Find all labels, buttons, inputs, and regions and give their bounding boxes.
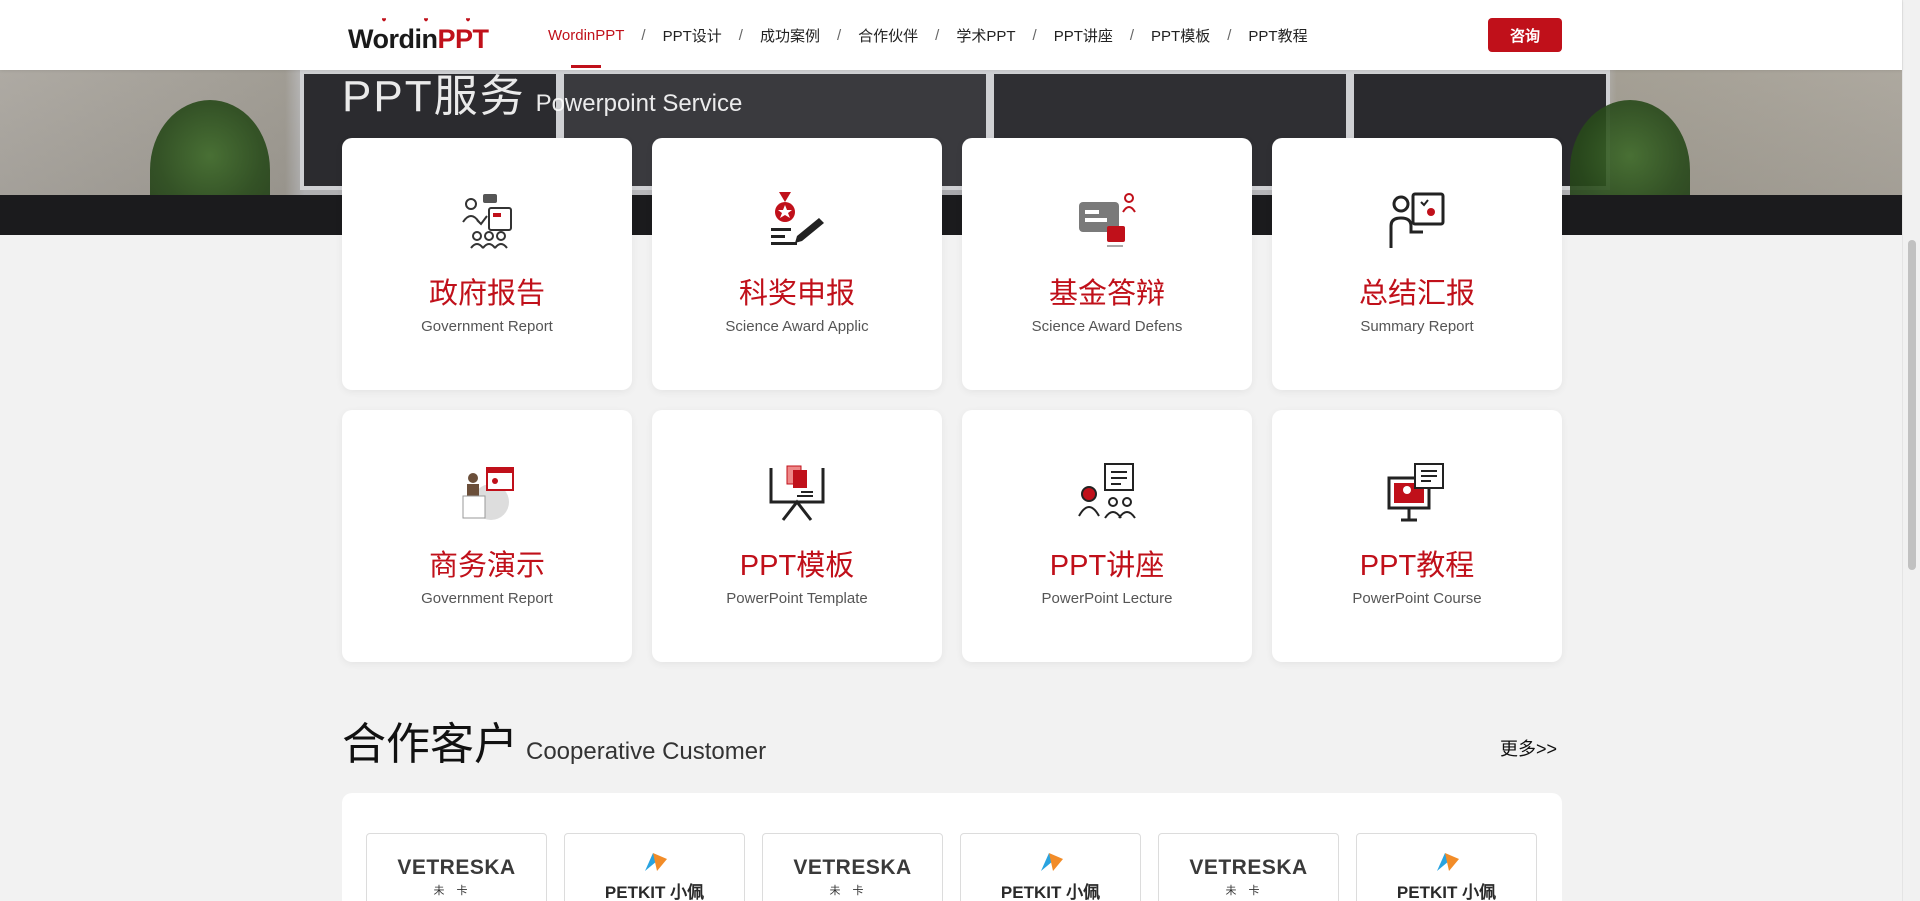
customer-logo-list: VETRESKA 未卡 PETKIT 小佩 VETRESKA 未卡 PETKIT… [366,833,1537,901]
service-card-business-presentation[interactable]: 商务演示 Government Report [342,410,632,662]
presenter-board-icon [1389,192,1445,248]
site-logo[interactable]: WordinPPT [348,16,489,56]
nav-item-ppt-lecture[interactable]: PPT讲座 [1054,0,1113,70]
service-card-summary-report[interactable]: 总结汇报 Summary Report [1272,138,1562,390]
site-header: WordinPPT WordinPPT / PPT设计 / 成功案例 / 合作伙… [0,0,1902,70]
nav-separator: / [1129,26,1135,44]
nav-separator: / [738,26,743,44]
service-card-government-report[interactable]: 政府报告 Government Report [342,138,632,390]
lecture-audience-icon [1078,463,1136,519]
customer-brand: VETRESKA [397,856,516,879]
government-report-icon [462,194,512,249]
customer-brand: VETRESKA [793,856,912,879]
service-card-fund-defense[interactable]: 基金答辩 Science Award Defens [962,138,1252,390]
award-medal-icon [771,192,824,245]
nav-item-ppt-template[interactable]: PPT模板 [1151,0,1210,70]
service-title: 基金答辩 [1048,278,1165,310]
customer-logo-petkit[interactable]: PETKIT 小佩 [564,833,745,901]
customer-brand: VETRESKA [1189,856,1308,879]
service-subtitle: Government Report [421,318,553,335]
customers-section-subtitle: Cooperative Customer [526,738,767,765]
customers-section-title: 合作客户 Cooperative Customer [342,720,767,769]
service-subtitle: Summary Report [1360,318,1474,335]
nav-item-partners[interactable]: 合作伙伴 [858,0,918,70]
logo-wordmark: WordinPPT [348,24,489,54]
service-title: 总结汇报 [1358,278,1475,310]
chat-defense-icon [1079,193,1136,247]
customer-brand: PETKIT 小佩 [1000,883,1101,901]
service-subtitle: PowerPoint Lecture [1041,590,1173,607]
nav-item-wordinppt[interactable]: WordinPPT [548,0,624,70]
nav-separator: / [1227,26,1232,44]
customer-brand-sub: 未卡 [1225,885,1272,897]
service-subtitle: PowerPoint Course [1352,590,1482,607]
service-title: PPT教程 [1359,550,1475,582]
services-grid: 政府报告 Government Report 科奖申报 Science Awar… [342,138,1562,662]
consult-button[interactable]: 咨询 [1488,18,1562,52]
customer-logo-petkit[interactable]: PETKIT 小佩 [1356,833,1537,901]
template-easel-icon [769,465,825,521]
hero-subtitle: Powerpoint Service [535,90,743,117]
service-subtitle: Science Award Defens [1031,318,1183,335]
service-title: 政府报告 [428,278,545,310]
customer-brand: PETKIT 小佩 [604,883,705,901]
service-title: PPT讲座 [1049,550,1165,582]
service-subtitle: Science Award Applic [725,318,869,335]
nav-item-ppt-design[interactable]: PPT设计 [663,0,722,70]
customer-logo-panel: VETRESKA 未卡 PETKIT 小佩 VETRESKA 未卡 PETKIT… [342,793,1562,901]
petkit-logo-icon [1041,853,1063,871]
nav-separator: / [641,26,646,44]
nav-separator: / [1032,26,1037,44]
service-title: 商务演示 [428,550,545,582]
petkit-logo-icon [1437,853,1459,871]
service-title: PPT模板 [739,550,855,582]
petkit-logo-icon [645,853,667,871]
service-subtitle: PowerPoint Template [726,590,868,607]
nav-separator: / [836,26,842,44]
nav-separator: / [935,26,940,44]
customers-more-link[interactable]: 更多>> [1500,735,1557,761]
service-card-ppt-template[interactable]: PPT模板 PowerPoint Template [652,410,942,662]
customer-logo-petkit[interactable]: PETKIT 小佩 [960,833,1141,901]
customer-logo-vetreska[interactable]: VETRESKA 未卡 [762,833,943,901]
customer-brand: PETKIT 小佩 [1396,883,1497,901]
scrollbar-thumb[interactable] [1908,240,1916,570]
service-title: 科奖申报 [738,278,855,310]
service-subtitle: Government Report [421,590,553,607]
customer-logo-vetreska[interactable]: VETRESKA 未卡 [1158,833,1339,901]
page-scrollbar[interactable] [1902,0,1920,901]
service-card-ppt-tutorial[interactable]: PPT教程 PowerPoint Course [1272,410,1562,662]
main-nav: WordinPPT / PPT设计 / 成功案例 / 合作伙伴 / 学术PPT … [548,0,1308,70]
nav-item-ppt-tutorial[interactable]: PPT教程 [1248,0,1307,70]
service-card-ppt-lecture[interactable]: PPT讲座 PowerPoint Lecture [962,410,1252,662]
customer-brand-sub: 未卡 [829,885,876,897]
service-card-science-award[interactable]: 科奖申报 Science Award Applic [652,138,942,390]
logo-hearts-icon [382,18,470,22]
online-course-icon [1387,463,1444,522]
customer-brand-sub: 未卡 [433,885,480,897]
customer-logo-vetreska[interactable]: VETRESKA 未卡 [366,833,547,901]
nav-item-academic-ppt[interactable]: 学术PPT [956,0,1015,70]
business-presentation-icon [462,467,514,520]
nav-item-success-cases[interactable]: 成功案例 [760,0,820,70]
